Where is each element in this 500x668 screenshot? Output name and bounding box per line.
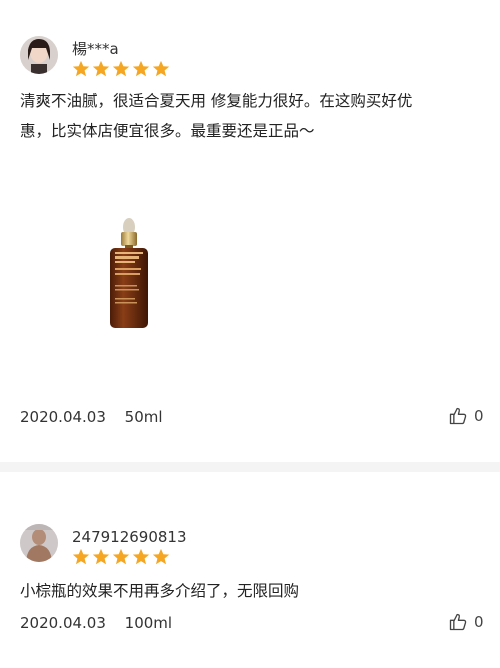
star-icon [132, 60, 150, 77]
thumbs-up-icon [449, 407, 467, 425]
review-text-line: 清爽不油腻，很适合夏天用 修复能力很好。在这购买好优 [20, 92, 413, 110]
serum-bottle-image [110, 218, 148, 328]
thumbs-up-icon [449, 613, 467, 631]
username[interactable]: 楊***a [72, 40, 119, 58]
avatar-image [20, 36, 58, 74]
star-icon [92, 60, 110, 77]
like-count: 0 [474, 407, 484, 425]
review-meta: 2020.04.03 50ml [20, 408, 163, 426]
review-text-line: 小棕瓶的效果不用再多介绍了，无限回购 [20, 582, 300, 600]
star-rating [72, 548, 170, 566]
avatar[interactable] [20, 524, 58, 562]
review-item: 247912690813 小棕瓶的效果不用再多介绍了，无限回购 2020.04.… [0, 472, 500, 668]
star-icon [132, 548, 150, 565]
username[interactable]: 247912690813 [72, 528, 187, 546]
review-text: 清爽不油腻，很适合夏天用 修复能力很好。在这购买好优 惠，比实体店便宜很多。最重… [20, 86, 490, 146]
like-count: 0 [474, 613, 484, 631]
product-size: 100ml [124, 614, 173, 632]
star-icon [92, 548, 110, 565]
like-button[interactable]: 0 [448, 406, 484, 426]
review-item: 楊***a 清爽不油腻，很适合夏天用 修复能力很好。在这购买好优 惠，比实体店便… [0, 0, 500, 462]
review-divider [0, 462, 500, 472]
review-meta: 2020.04.03 100ml [20, 614, 172, 632]
avatar[interactable] [20, 36, 58, 74]
avatar-image [20, 524, 58, 562]
star-icon [152, 548, 170, 565]
star-icon [72, 60, 90, 77]
review-date: 2020.04.03 [20, 614, 106, 632]
star-icon [152, 60, 170, 77]
review-photo[interactable] [104, 218, 154, 330]
review-text-line: 惠，比实体店便宜很多。最重要还是正品～ [20, 122, 315, 140]
review-text: 小棕瓶的效果不用再多介绍了，无限回购 [20, 576, 490, 606]
like-button[interactable]: 0 [448, 612, 484, 632]
star-rating [72, 60, 170, 78]
star-icon [112, 60, 130, 77]
review-date: 2020.04.03 [20, 408, 106, 426]
star-icon [72, 548, 90, 565]
product-size: 50ml [124, 408, 163, 426]
star-icon [112, 548, 130, 565]
